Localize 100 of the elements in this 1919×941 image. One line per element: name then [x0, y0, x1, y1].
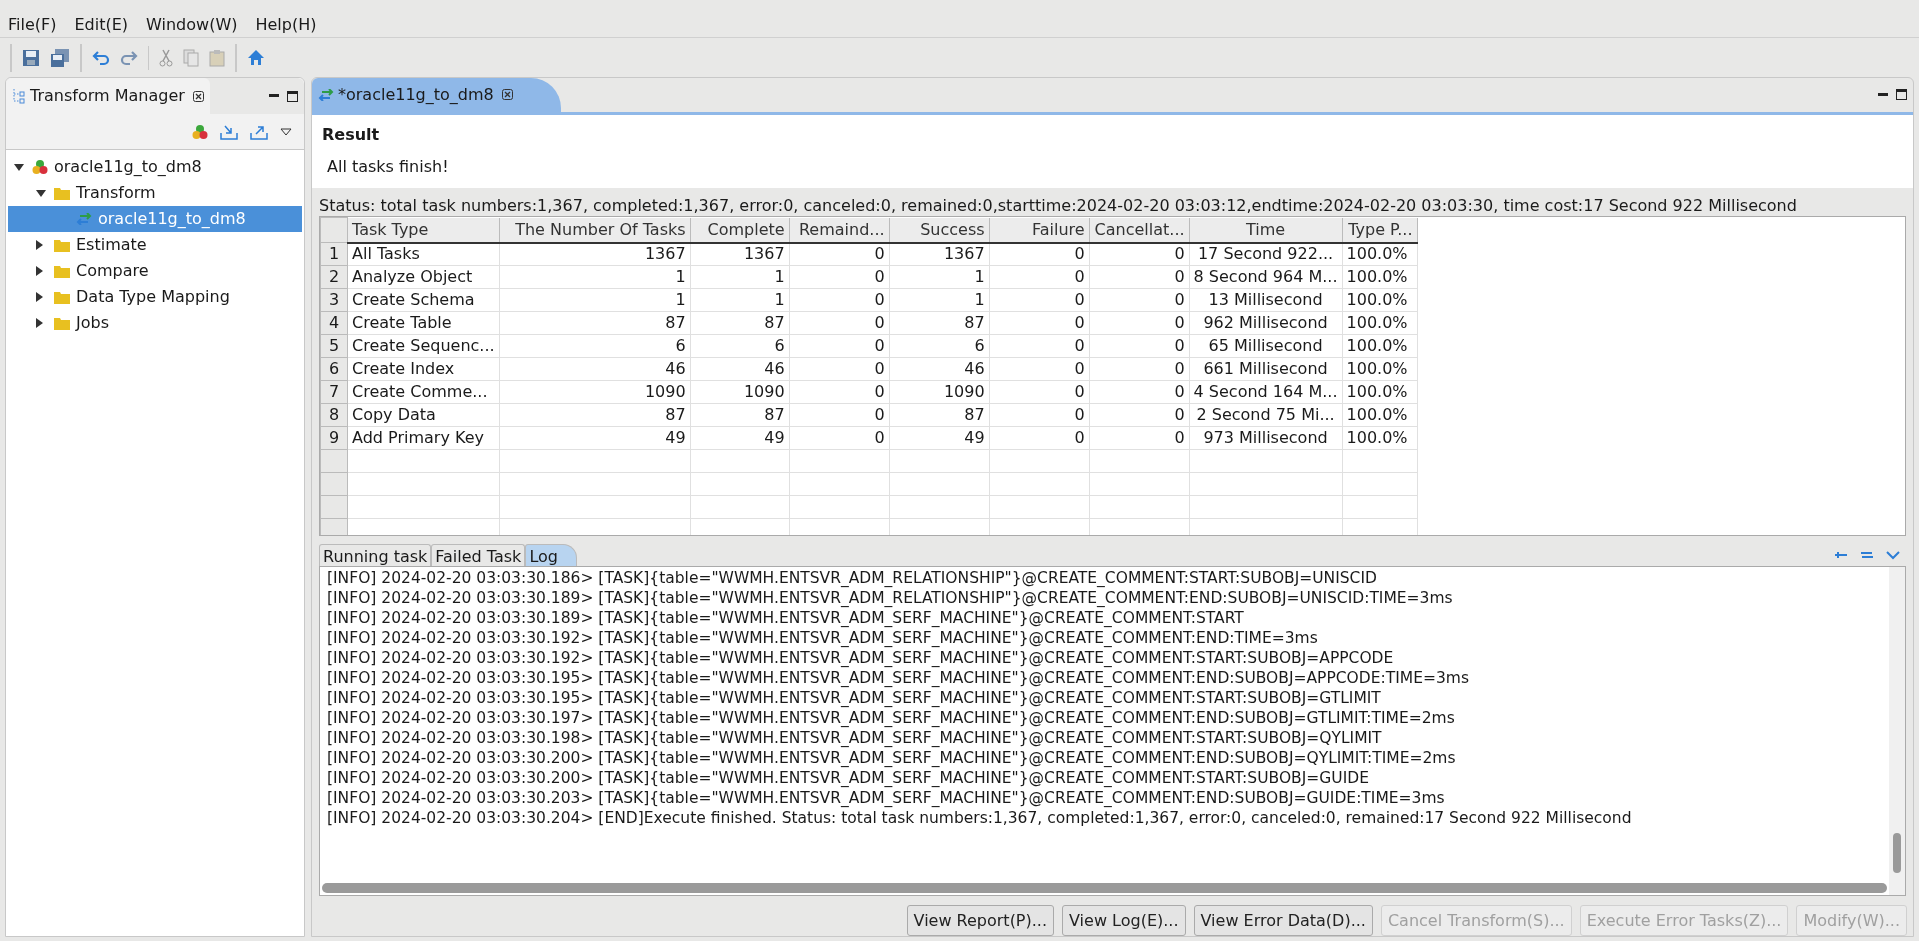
table-cell: 6: [690, 334, 790, 358]
menu-item[interactable]: File(F): [2, 12, 63, 37]
table-cell: 0: [1089, 311, 1190, 335]
table-cell: 0: [1089, 334, 1190, 358]
table-cell: 8 Second 964 M...: [1189, 265, 1342, 289]
tab-label[interactable]: *oracle11g_to_dm8: [338, 82, 494, 107]
row-number: 9: [320, 426, 348, 450]
expand-icon[interactable]: [1886, 550, 1900, 560]
tree-item[interactable]: oracle11g_to_dm8: [8, 154, 302, 180]
column-header[interactable]: Remaind...: [789, 217, 890, 243]
minimize-icon[interactable]: [269, 94, 279, 98]
expanded-icon[interactable]: [36, 189, 46, 197]
table-cell: 1: [690, 265, 790, 289]
column-header[interactable]: Success: [889, 217, 990, 243]
cluster-icon[interactable]: [192, 123, 208, 140]
log-line: [INFO] 2024-02-20 03:03:30.186> [TASK]{table="WWMH.ENTSVR_ADM_RELATIONSHIP"}@CREATE_COMMENT:START:SUBOBJ=UNISCID: [327, 568, 1378, 588]
collapsed-icon[interactable]: [36, 292, 43, 302]
undo-icon[interactable]: [92, 49, 110, 66]
close-icon[interactable]: [501, 89, 513, 101]
column-header[interactable]: Type P...: [1342, 217, 1417, 243]
table-cell: 100.0%: [1342, 403, 1417, 427]
action-button[interactable]: View Log(E)...: [1062, 905, 1186, 936]
tree-item[interactable]: Jobs: [8, 310, 302, 336]
column-header[interactable]: Task Type: [347, 217, 500, 243]
table-cell: 0: [789, 380, 890, 404]
table-cell: 0: [1089, 426, 1190, 450]
tree-item[interactable]: Estimate: [8, 232, 302, 258]
menu-item[interactable]: Edit(E): [68, 12, 135, 37]
dropdown-icon[interactable]: [280, 127, 292, 136]
horizontal-scrollbar[interactable]: [322, 883, 1887, 893]
row-number: 2: [320, 265, 348, 289]
tree-item[interactable]: Transform: [8, 180, 302, 206]
table-cell: Create Table: [347, 311, 500, 335]
menu-item[interactable]: Help(H): [249, 12, 323, 37]
log-line: [INFO] 2024-02-20 03:03:30.204> [END]Execute finished. Status: total task numbers:1,367, completed:1,367, error:0, canceled:0, remained:17 Second 922 Millisecond: [327, 808, 1633, 828]
expanded-icon[interactable]: [14, 163, 24, 171]
column-header[interactable]: Cancellat...: [1089, 217, 1190, 243]
table-cell: Add Primary Key: [347, 426, 500, 450]
collapsed-icon[interactable]: [36, 318, 43, 328]
table-cell: 6: [499, 334, 691, 358]
result-message: All tasks finish!: [326, 155, 450, 178]
table-cell: Copy Data: [347, 403, 500, 427]
table-cell: 0: [989, 265, 1090, 289]
collapsed-icon[interactable]: [36, 240, 43, 250]
table-cell: 0: [1089, 380, 1190, 404]
home-icon[interactable]: [247, 49, 265, 66]
table-cell: 87: [889, 311, 990, 335]
table-cell: 0: [989, 357, 1090, 381]
collapsed-icon[interactable]: [36, 266, 43, 276]
cut-icon[interactable]: [159, 48, 173, 67]
vertical-scrollbar[interactable]: [1893, 833, 1901, 873]
table-cell: 100.0%: [1342, 265, 1417, 289]
export-icon[interactable]: [250, 123, 268, 140]
menu-item[interactable]: Window(W): [140, 12, 244, 37]
tab[interactable]: Running task: [319, 544, 432, 566]
maximize-icon[interactable]: [1896, 89, 1907, 101]
table-cell: 87: [499, 403, 691, 427]
log-line: [INFO] 2024-02-20 03:03:30.195> [TASK]{table="WWMH.ENTSVR_ADM_SERF_MACHINE"}@CREATE_COMMENT:START:SUBOBJ=GTLIMIT: [327, 688, 1382, 708]
close-icon[interactable]: [192, 90, 204, 102]
log-line: [INFO] 2024-02-20 03:03:30.189> [TASK]{table="WWMH.ENTSVR_ADM_SERF_MACHINE"}@CREATE_COMMENT:START: [327, 608, 1245, 628]
action-button[interactable]: View Error Data(D)...: [1193, 905, 1373, 936]
action-button[interactable]: View Report(P)...: [906, 905, 1054, 936]
table-cell: 0: [1089, 357, 1190, 381]
table-cell: Analyze Object: [347, 265, 500, 289]
table-cell: 0: [789, 334, 890, 358]
table-cell: 46: [889, 357, 990, 381]
table-cell: 962 Millisecond: [1189, 311, 1342, 335]
table-cell: 6: [889, 334, 990, 358]
table-cell: 100.0%: [1342, 242, 1417, 266]
tab[interactable]: Failed Task: [431, 544, 526, 566]
table-cell: 0: [789, 265, 890, 289]
maximize-icon[interactable]: [287, 90, 298, 102]
column-header[interactable]: Complete: [690, 217, 790, 243]
table-cell: 1090: [690, 380, 790, 404]
table-cell: Create Sequenc...: [347, 334, 500, 358]
table-cell: 0: [989, 380, 1090, 404]
table-cell: 1: [499, 265, 691, 289]
result-title: Result: [322, 123, 381, 146]
table-cell: 46: [690, 357, 790, 381]
tree-item[interactable]: Data Type Mapping: [8, 284, 302, 310]
save-all-icon[interactable]: [50, 48, 70, 67]
table-cell: 1: [889, 288, 990, 312]
column-header[interactable]: Time: [1189, 217, 1342, 243]
table-cell: 0: [989, 403, 1090, 427]
table-cell: 0: [789, 403, 890, 427]
tab[interactable]: Log: [525, 544, 577, 566]
column-header[interactable]: Failure: [989, 217, 1090, 243]
editor-tab[interactable]: *oracle11g_to_dm8: [312, 78, 561, 112]
log-line: [INFO] 2024-02-20 03:03:30.200> [TASK]{table="WWMH.ENTSVR_ADM_SERF_MACHINE"}@CREATE_COMMENT:END:SUBOBJ=QYLIMIT:TIME=2ms: [327, 748, 1457, 768]
redo-icon[interactable]: [120, 49, 138, 66]
save-icon[interactable]: [22, 48, 40, 67]
import-icon[interactable]: [220, 123, 238, 140]
log-line: [INFO] 2024-02-20 03:03:30.195> [TASK]{table="WWMH.ENTSVR_ADM_SERF_MACHINE"}@CREATE_COMMENT:END:SUBOBJ=APPCODE:TIME=3ms: [327, 668, 1470, 688]
column-header[interactable]: The Number Of Tasks: [499, 217, 691, 243]
tree-item[interactable]: Compare: [8, 258, 302, 284]
minimize-icon[interactable]: [1878, 92, 1888, 97]
table-cell: 49: [889, 426, 990, 450]
row-number: 6: [320, 357, 348, 381]
log-line: [INFO] 2024-02-20 03:03:30.197> [TASK]{table="WWMH.ENTSVR_ADM_SERF_MACHINE"}@CREATE_COMMENT:END:SUBOBJ=GTLIMIT:TIME=2ms: [327, 708, 1456, 728]
log-line: [INFO] 2024-02-20 03:03:30.200> [TASK]{table="WWMH.ENTSVR_ADM_SERF_MACHINE"}@CREATE_COMMENT:START:SUBOBJ=GUIDE: [327, 768, 1370, 788]
